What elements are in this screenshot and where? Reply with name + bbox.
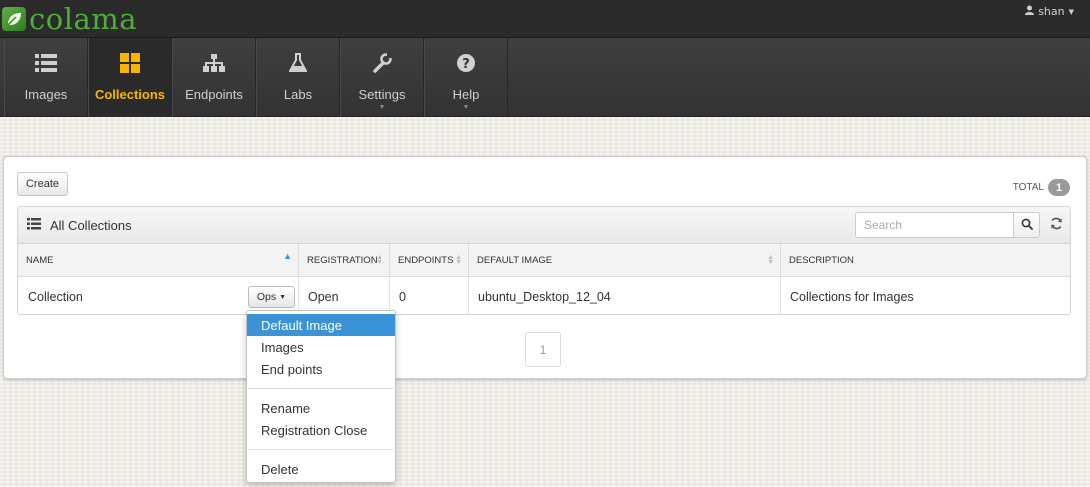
menu-item-default-image[interactable]: Default Image: [247, 314, 395, 336]
column-header-label: ENDPOINTS: [398, 255, 454, 266]
chevron-down-icon: ▼: [462, 104, 470, 111]
menu-item-delete[interactable]: Delete: [247, 458, 395, 480]
total-count: TOTAL 1: [1013, 179, 1070, 196]
collections-table: All Collections NAME ▲ REGISTRATION: [17, 206, 1071, 315]
grid-icon: [120, 52, 140, 74]
cell-endpoints: 0: [389, 277, 468, 314]
user-menu[interactable]: shan ▼: [1025, 5, 1074, 18]
nav-label: Labs: [283, 87, 313, 102]
nav-item-collections[interactable]: Collections: [88, 38, 172, 117]
top-bar: colama shan ▼: [0, 0, 1090, 38]
brand-name: colama: [29, 2, 138, 36]
registration-value: Open: [308, 289, 339, 304]
ops-button[interactable]: Ops ▼: [248, 286, 295, 308]
column-header-label: DEFAULT IMAGE: [477, 255, 553, 266]
user-icon: [1025, 5, 1035, 18]
sitemap-icon: [203, 52, 225, 74]
search-icon: [1021, 218, 1033, 233]
nav-label: Help: [452, 87, 480, 102]
nav-label: Settings: [358, 87, 406, 102]
column-header-registration[interactable]: REGISTRATION ▲ ▼: [298, 244, 389, 277]
nav-item-labs[interactable]: Labs: [256, 38, 340, 117]
nav-item-endpoints[interactable]: Endpoints: [172, 38, 256, 117]
table-title: All Collections: [27, 218, 132, 233]
menu-divider: [248, 449, 394, 450]
pagination-page[interactable]: 1: [525, 332, 561, 367]
refresh-icon: [1050, 217, 1063, 233]
column-header-endpoints[interactable]: ENDPOINTS ▲ ▼: [389, 244, 468, 277]
leaf-icon: [2, 7, 26, 31]
collection-name: Collection: [28, 289, 83, 304]
menu-item-registration-close[interactable]: Registration Close: [247, 419, 395, 441]
chevron-down-icon: ▼: [378, 104, 386, 111]
column-header-name[interactable]: NAME ▲: [18, 244, 298, 277]
sort-icon: ▲ ▼: [455, 254, 462, 266]
create-button[interactable]: Create: [17, 172, 68, 196]
nav-label: Collections: [94, 87, 166, 102]
logo[interactable]: colama: [2, 2, 137, 36]
description-value: Collections for Images: [790, 289, 914, 304]
chevron-down-icon: ▼: [1068, 7, 1074, 16]
default-image-value: ubuntu_Desktop_12_04: [478, 289, 611, 304]
list-icon: [27, 218, 41, 233]
sort-asc-icon: ▲: [283, 251, 292, 261]
sort-icon: ▲ ▼: [767, 254, 774, 266]
user-name: shan: [1038, 5, 1065, 18]
refresh-button[interactable]: [1048, 217, 1064, 233]
column-header-description[interactable]: DESCRIPTION: [780, 244, 1070, 277]
caret-down-icon: ▼: [279, 293, 287, 301]
column-headers: NAME ▲ REGISTRATION ▲ ▼ ENDPOINTS ▲ ▼ DEFA…: [18, 244, 1070, 277]
nav-label: Images: [24, 87, 68, 102]
collections-panel: Create TOTAL 1 All Collections Search NA…: [3, 156, 1087, 379]
column-header-label: REGISTRATION: [307, 255, 378, 266]
cell-description: Collections for Images: [780, 277, 1070, 314]
total-badge: 1: [1048, 179, 1070, 196]
endpoints-value: 0: [399, 289, 406, 304]
menu-item-rename[interactable]: Rename: [247, 397, 395, 419]
menu-item-images[interactable]: Images: [247, 336, 395, 358]
nav-item-help[interactable]: ? Help ▼: [424, 38, 508, 117]
nav-label: Endpoints: [185, 87, 243, 102]
menu-divider: [248, 388, 394, 389]
column-header-label: DESCRIPTION: [789, 255, 854, 266]
nav-item-images[interactable]: Images: [4, 38, 88, 117]
table-row[interactable]: Collection Ops ▼ Open 0 ubuntu_Desktop_1…: [18, 277, 1070, 314]
flask-icon: [289, 52, 307, 74]
svg-text:?: ?: [462, 57, 470, 72]
table-title-text: All Collections: [50, 218, 132, 233]
list-icon: [35, 52, 57, 74]
ops-label: Ops: [256, 291, 277, 303]
question-circle-icon: ?: [456, 52, 476, 74]
sort-icon: ▲ ▼: [376, 254, 383, 266]
main-nav: Images Collections Endpoints Labs Settin…: [0, 38, 1090, 117]
column-header-default-image[interactable]: DEFAULT IMAGE ▲ ▼: [468, 244, 780, 277]
menu-item-end-points[interactable]: End points: [247, 358, 395, 380]
search-button[interactable]: [1014, 212, 1040, 238]
wrench-icon: [372, 52, 392, 74]
total-label: TOTAL: [1012, 182, 1044, 193]
table-header: All Collections: [18, 207, 1070, 244]
search-input[interactable]: [855, 212, 1014, 238]
column-header-label: NAME: [26, 255, 54, 266]
nav-item-settings[interactable]: Settings ▼: [340, 38, 424, 117]
cell-default-image: ubuntu_Desktop_12_04: [468, 277, 780, 314]
ops-dropdown-menu: Default Image Images End points Rename R…: [246, 310, 396, 483]
